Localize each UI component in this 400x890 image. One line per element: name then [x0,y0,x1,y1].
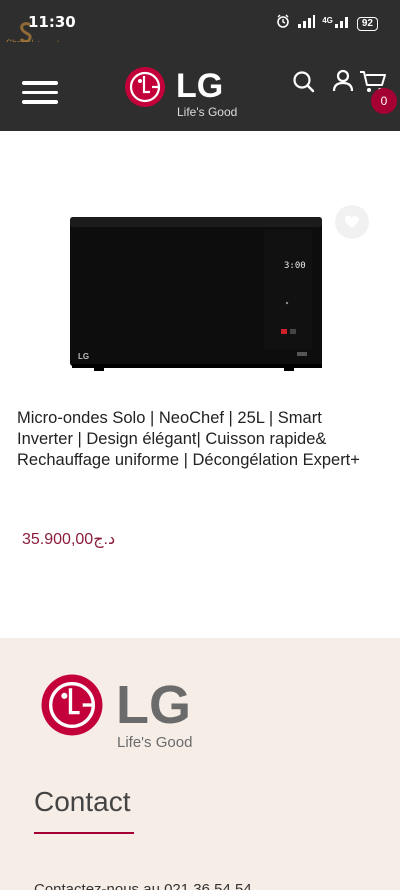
heart-icon [345,215,359,228]
cart-count-badge[interactable]: 0 [371,88,397,114]
wishlist-button[interactable] [335,205,369,239]
menu-icon[interactable] [22,81,58,104]
battery-indicator: 92 [356,16,378,31]
brand-name[interactable]: LG [176,67,223,106]
lg-logo-icon[interactable] [124,66,166,108]
footer-brand-tagline: Life's Good [117,734,193,751]
status-icons: 4G 92 [276,14,378,33]
product-price: 35.900,00د.ج [22,531,116,548]
contact-text[interactable]: Contactez-nous au 021 36 54 54 [34,881,252,890]
alarm-icon [276,14,290,33]
product-image[interactable]: 3:00 LG [64,212,328,372]
network-4g-icon: 4G [322,16,333,25]
signal-icon [297,14,316,33]
brand-tagline: Life's Good [177,105,238,119]
site-header: LG Life's Good 0 [0,42,400,131]
search-icon[interactable] [292,70,316,99]
footer-brand-name: LG [116,675,191,735]
product-brand-mark: LG [78,352,89,361]
footer-lg-logo-icon[interactable] [40,673,104,737]
contact-heading: Contact [34,786,131,817]
user-icon[interactable] [331,69,355,98]
contact-underline [34,832,134,834]
display-time: 3:00 [284,261,306,271]
product-title[interactable]: Micro-ondes Solo | NeoChef | 25L | Smart… [17,408,377,471]
signal-4g-icon [334,15,350,33]
status-bar: 11:30 4G 92 [0,0,400,42]
